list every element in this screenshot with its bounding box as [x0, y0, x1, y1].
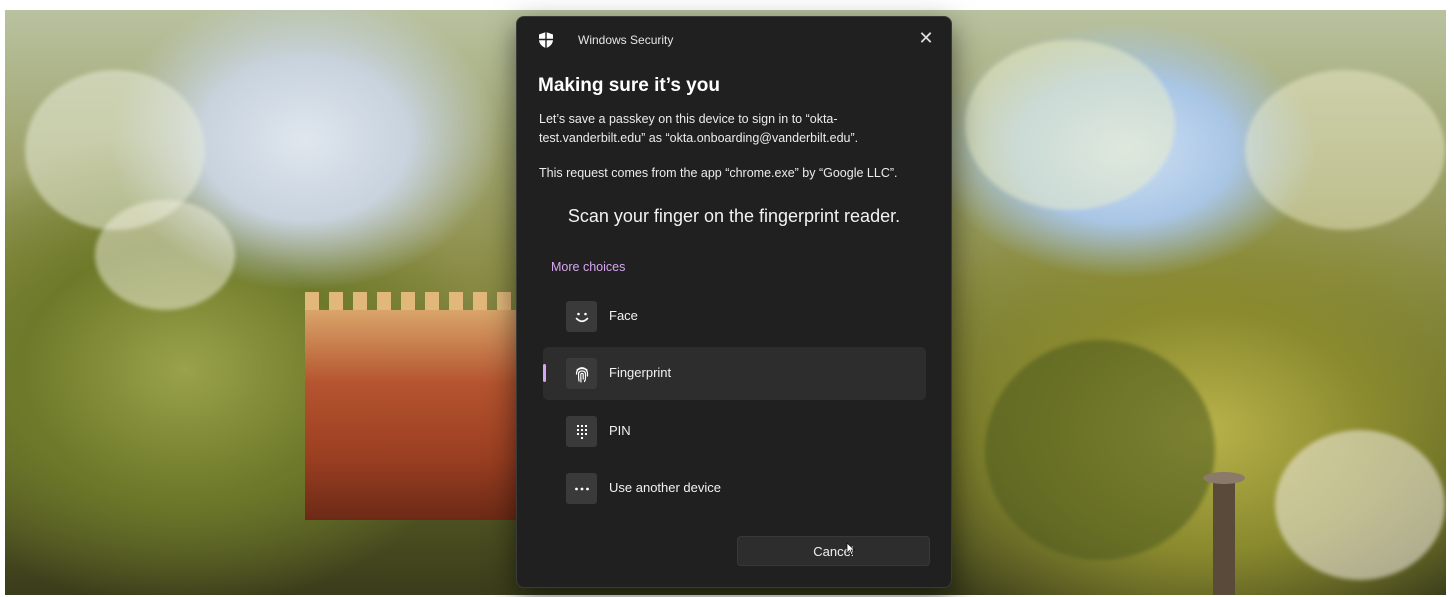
shield-icon [539, 32, 553, 48]
option-label: Use another device [609, 480, 722, 495]
building-tower [305, 292, 520, 520]
fingerprint-prompt: Scan your finger on the fingerprint read… [567, 206, 901, 226]
close-button[interactable]: ✕ [911, 23, 941, 53]
selection-indicator [543, 364, 546, 382]
request-origin-text: This request comes from the app “chrome.… [539, 166, 898, 180]
mouse-cursor-icon [846, 542, 856, 556]
option-face[interactable]: Face [543, 290, 926, 343]
passkey-description: Let’s save a passkey on this device to s… [539, 112, 859, 145]
app-title: Windows Security [578, 33, 674, 47]
more-dots-icon [566, 473, 597, 504]
cancel-button[interactable]: Cancel [737, 536, 930, 566]
dialog-titlebar: Windows Security ✕ [517, 17, 951, 61]
pin-keypad-icon [566, 416, 597, 447]
dialog-heading: Making sure it’s you [538, 75, 720, 96]
windows-security-dialog: Windows Security ✕ Making sure it’s you … [516, 16, 952, 588]
option-label: Fingerprint [609, 365, 672, 380]
fingerprint-icon [566, 358, 597, 389]
option-use-another-device[interactable]: Use another device [543, 462, 926, 515]
face-icon [566, 301, 597, 332]
lamp-post [1203, 472, 1245, 595]
option-fingerprint[interactable]: Fingerprint [543, 347, 926, 400]
option-label: Face [609, 308, 638, 323]
option-label: PIN [609, 423, 631, 438]
more-choices-link[interactable]: More choices [551, 260, 625, 274]
option-pin[interactable]: PIN [543, 405, 926, 458]
